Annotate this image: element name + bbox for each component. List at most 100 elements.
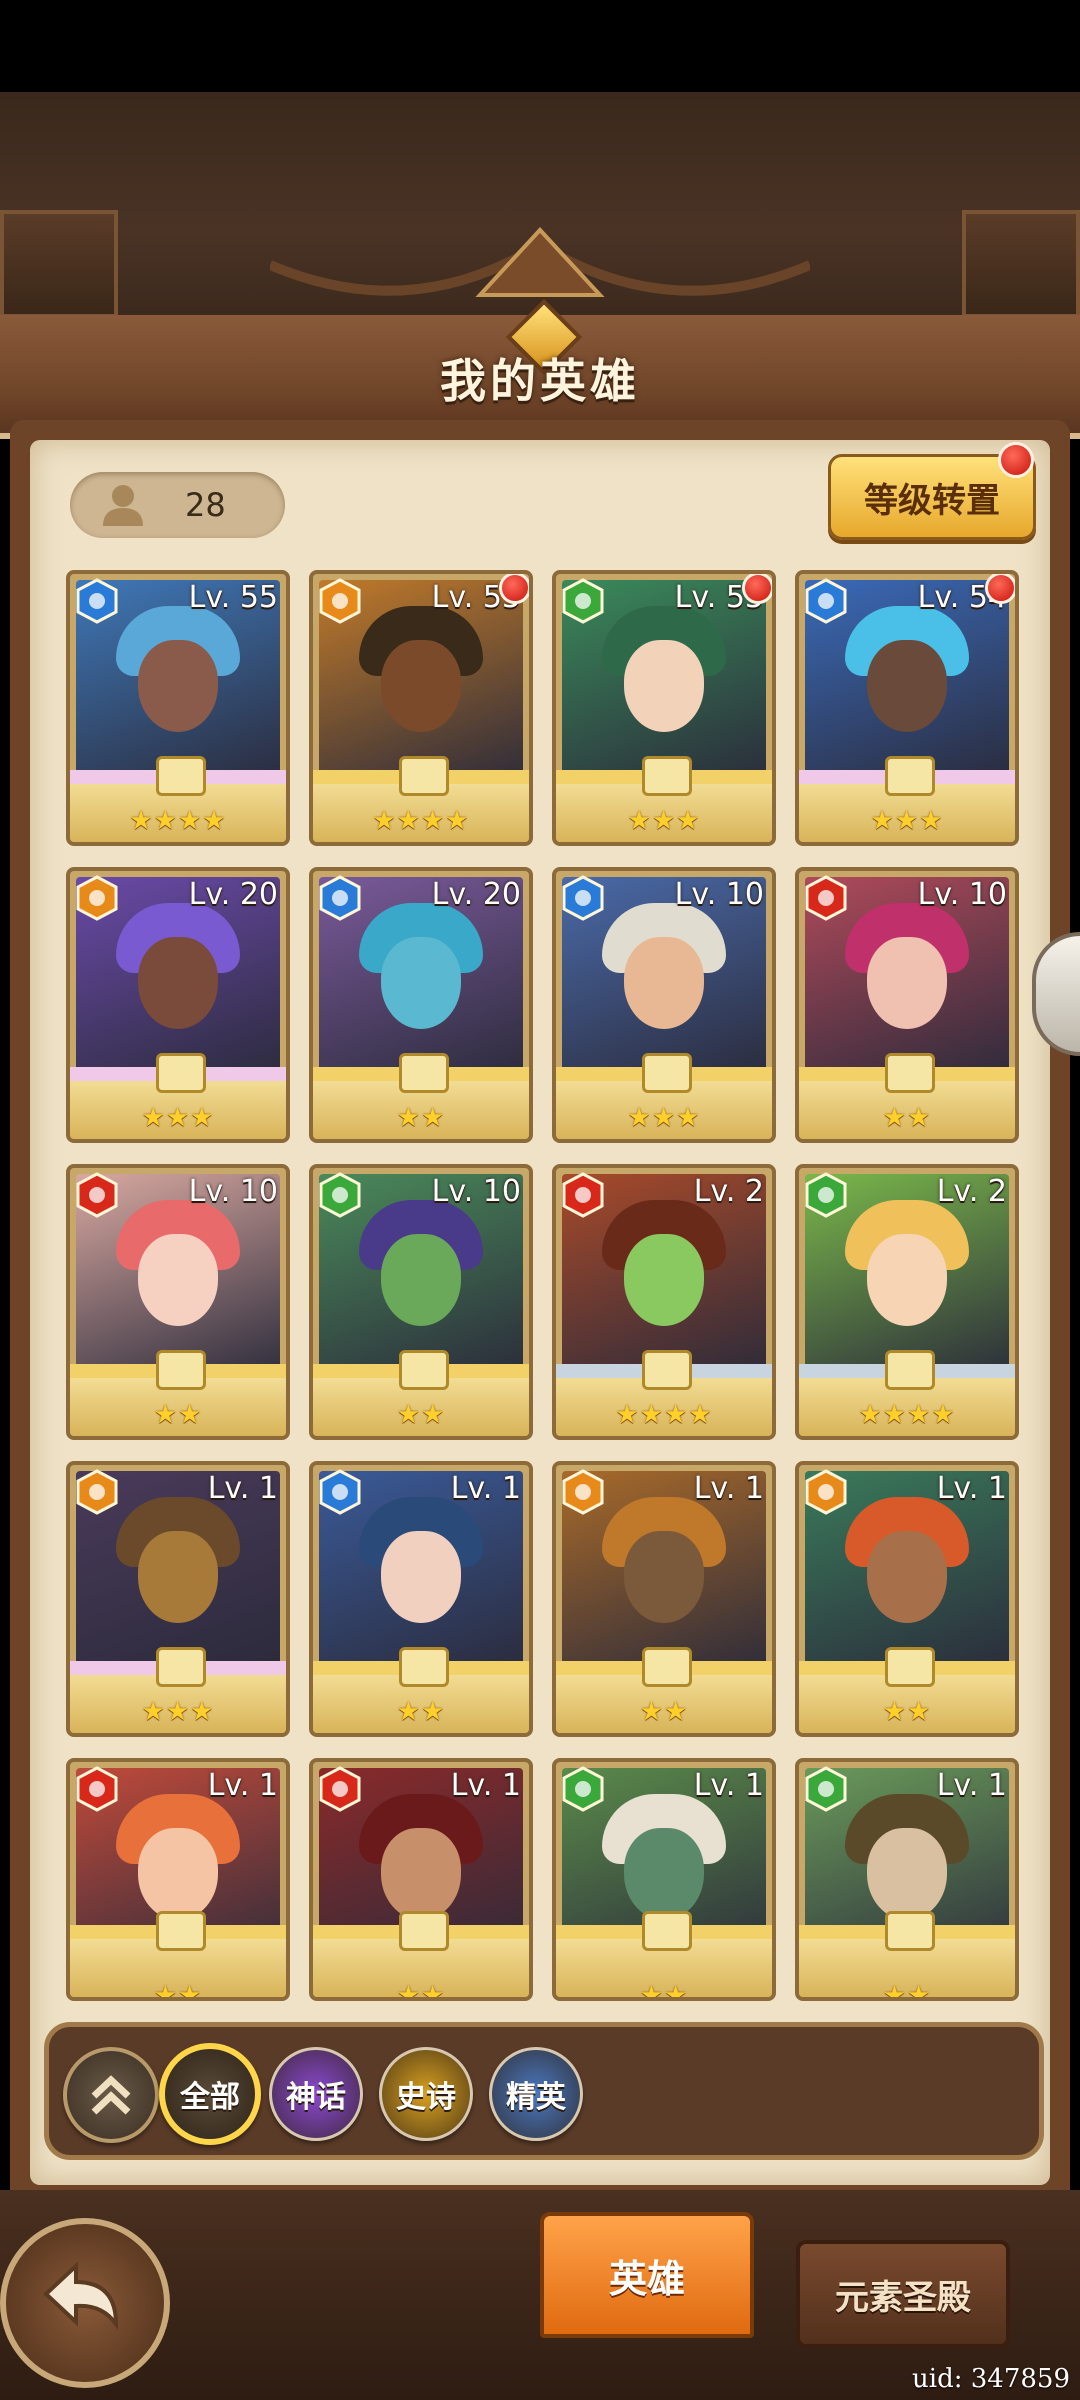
hero-card[interactable]: ★★★ Lv. 20 — [66, 867, 290, 1143]
collapse-button[interactable] — [63, 2047, 159, 2143]
hero-stars: ★★ — [153, 1400, 203, 1430]
rarity-emblem-icon — [885, 1647, 935, 1687]
tab-heroes[interactable]: 英雄 — [540, 2212, 754, 2338]
hero-level: Lv. 20 — [188, 877, 278, 912]
hero-level: Lv. 20 — [431, 877, 521, 912]
rarity-emblem-icon — [399, 1350, 449, 1390]
hero-stars: ★★ — [882, 1697, 932, 1727]
left-pillar-decoration — [0, 210, 118, 318]
hero-face — [138, 1828, 218, 1920]
hero-stars: ★★★ — [870, 806, 944, 836]
rarity-emblem-icon — [642, 1350, 692, 1390]
hero-face — [381, 640, 461, 732]
hero-card[interactable]: ★★ Lv. 10 — [309, 1164, 533, 1440]
hero-stars: ★★ — [153, 1981, 203, 2001]
status-bar — [0, 0, 1080, 92]
hero-face — [867, 1531, 947, 1623]
chevron-up-icon — [91, 2075, 131, 2115]
hero-stars: ★★★★ — [372, 806, 470, 836]
hero-stars: ★★ — [396, 1981, 446, 2001]
hero-card[interactable]: ★★★ Lv. 55 — [552, 570, 776, 846]
user-id: uid: 347859 — [912, 2364, 1070, 2394]
hero-card[interactable]: ★★ Lv. 10 — [66, 1164, 290, 1440]
rarity-emblem-icon — [399, 1911, 449, 1951]
wind-element-icon — [562, 578, 604, 624]
hero-face — [867, 640, 947, 732]
filter-button[interactable]: 神话 — [269, 2047, 363, 2141]
fire-element-icon — [562, 1469, 604, 1515]
hero-card[interactable]: ★★ Lv. 20 — [309, 867, 533, 1143]
wind-element-icon — [805, 1766, 847, 1812]
hero-count-badge: 28 — [70, 472, 285, 538]
hero-level: Lv. 1 — [936, 1471, 1007, 1506]
fire-element-icon — [319, 578, 361, 624]
hero-card[interactable]: ★★ Lv. 1 — [309, 1461, 533, 1737]
rarity-emblem-icon — [156, 756, 206, 796]
right-pillar-decoration — [962, 210, 1080, 318]
fire-element-icon — [76, 875, 118, 921]
rarity-emblem-icon — [156, 1350, 206, 1390]
hero-face — [867, 937, 947, 1029]
hero-face — [867, 1828, 947, 1920]
hero-card[interactable]: ★★★★ Lv. 55 — [66, 570, 290, 846]
water-element-icon — [76, 578, 118, 624]
filter-button[interactable]: 全部 — [159, 2043, 261, 2145]
hero-level: Lv. 1 — [450, 1471, 521, 1506]
hero-stars: ★★ — [396, 1103, 446, 1133]
rarity-emblem-icon — [642, 1053, 692, 1093]
hero-card[interactable]: ★★★ Lv. 10 — [552, 867, 776, 1143]
hero-face — [381, 1828, 461, 1920]
hero-face — [138, 937, 218, 1029]
hero-card[interactable]: ★★ Lv. 1 — [795, 1461, 1019, 1737]
hero-stars: ★★ — [396, 1400, 446, 1430]
hero-card[interactable]: ★★★★ Lv. 55 — [309, 570, 533, 846]
rarity-emblem-icon — [399, 756, 449, 796]
water-element-icon — [319, 1469, 361, 1515]
hero-card[interactable]: ★★★★ Lv. 2 — [552, 1164, 776, 1440]
hero-card[interactable]: ★★★★ Lv. 2 — [795, 1164, 1019, 1440]
hero-level: Lv. 10 — [674, 877, 764, 912]
rarity-emblem-icon — [885, 1911, 935, 1951]
rarity-emblem-icon — [156, 1647, 206, 1687]
hero-level: Lv. 10 — [431, 1174, 521, 1209]
filter-button[interactable]: 史诗 — [379, 2047, 473, 2141]
wind-element-icon — [319, 1172, 361, 1218]
hero-level: Lv. 1 — [693, 1768, 764, 1803]
hero-card[interactable]: ★★★ Lv. 1 — [66, 1461, 290, 1737]
hero-card[interactable]: ★★ Lv. 1 — [552, 1461, 776, 1737]
wind-element-icon — [805, 1172, 847, 1218]
hero-face — [624, 937, 704, 1029]
fire-element-icon — [805, 1469, 847, 1515]
rarity-emblem-icon — [885, 1053, 935, 1093]
rarity-emblem-icon — [156, 1053, 206, 1093]
red-element-icon — [76, 1172, 118, 1218]
hero-level: Lv. 10 — [188, 1174, 278, 1209]
filter-button[interactable]: 精英 — [489, 2047, 583, 2141]
back-arrow-icon — [43, 2261, 119, 2331]
hero-count: 28 — [185, 486, 226, 524]
hero-card[interactable]: ★★★ Lv. 54 — [795, 570, 1019, 846]
hero-card[interactable]: ★★ Lv. 1 — [309, 1758, 533, 2001]
hero-face — [381, 937, 461, 1029]
tab-element-temple[interactable]: 元素圣殿 — [796, 2240, 1010, 2348]
rarity-emblem-icon — [156, 1911, 206, 1951]
notification-dot — [998, 442, 1034, 478]
notification-dot — [985, 574, 1015, 604]
hero-card[interactable]: ★★ Lv. 1 — [66, 1758, 290, 2001]
hero-face — [624, 1234, 704, 1326]
rarity-emblem-icon — [642, 1911, 692, 1951]
hero-card[interactable]: ★★ Lv. 10 — [795, 867, 1019, 1143]
rarity-emblem-icon — [885, 756, 935, 796]
hero-card[interactable]: ★★ Lv. 1 — [795, 1758, 1019, 2001]
back-button[interactable] — [0, 2218, 170, 2388]
hero-card[interactable]: ★★ Lv. 1 — [552, 1758, 776, 2001]
hero-face — [138, 640, 218, 732]
hero-stars: ★★★★ — [615, 1400, 713, 1430]
water-element-icon — [319, 875, 361, 921]
hero-stars: ★★ — [639, 1981, 689, 2001]
red-element-icon — [562, 1172, 604, 1218]
hero-level: Lv. 2 — [693, 1174, 764, 1209]
hero-stars: ★★★ — [141, 1697, 215, 1727]
water-element-icon — [805, 578, 847, 624]
notification-dot — [499, 574, 529, 604]
